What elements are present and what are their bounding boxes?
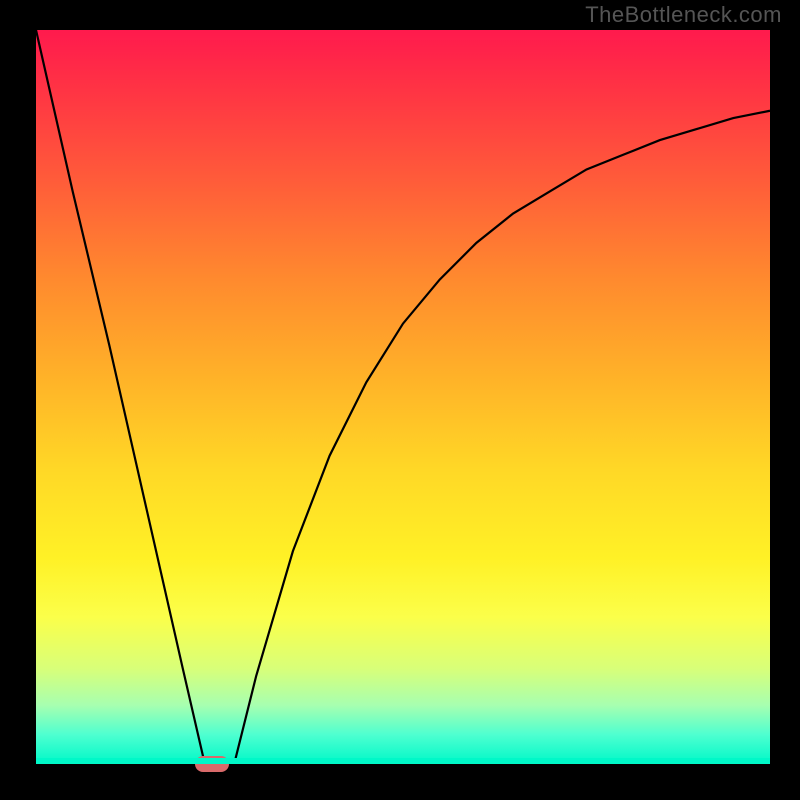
curve-left-branch xyxy=(36,30,220,764)
curve-right-branch xyxy=(220,111,771,764)
curve-svg xyxy=(36,30,770,764)
watermark-text: TheBottleneck.com xyxy=(585,2,782,28)
plot-area xyxy=(36,30,770,764)
baseline-strip xyxy=(36,758,770,764)
chart-frame: TheBottleneck.com xyxy=(0,0,800,800)
